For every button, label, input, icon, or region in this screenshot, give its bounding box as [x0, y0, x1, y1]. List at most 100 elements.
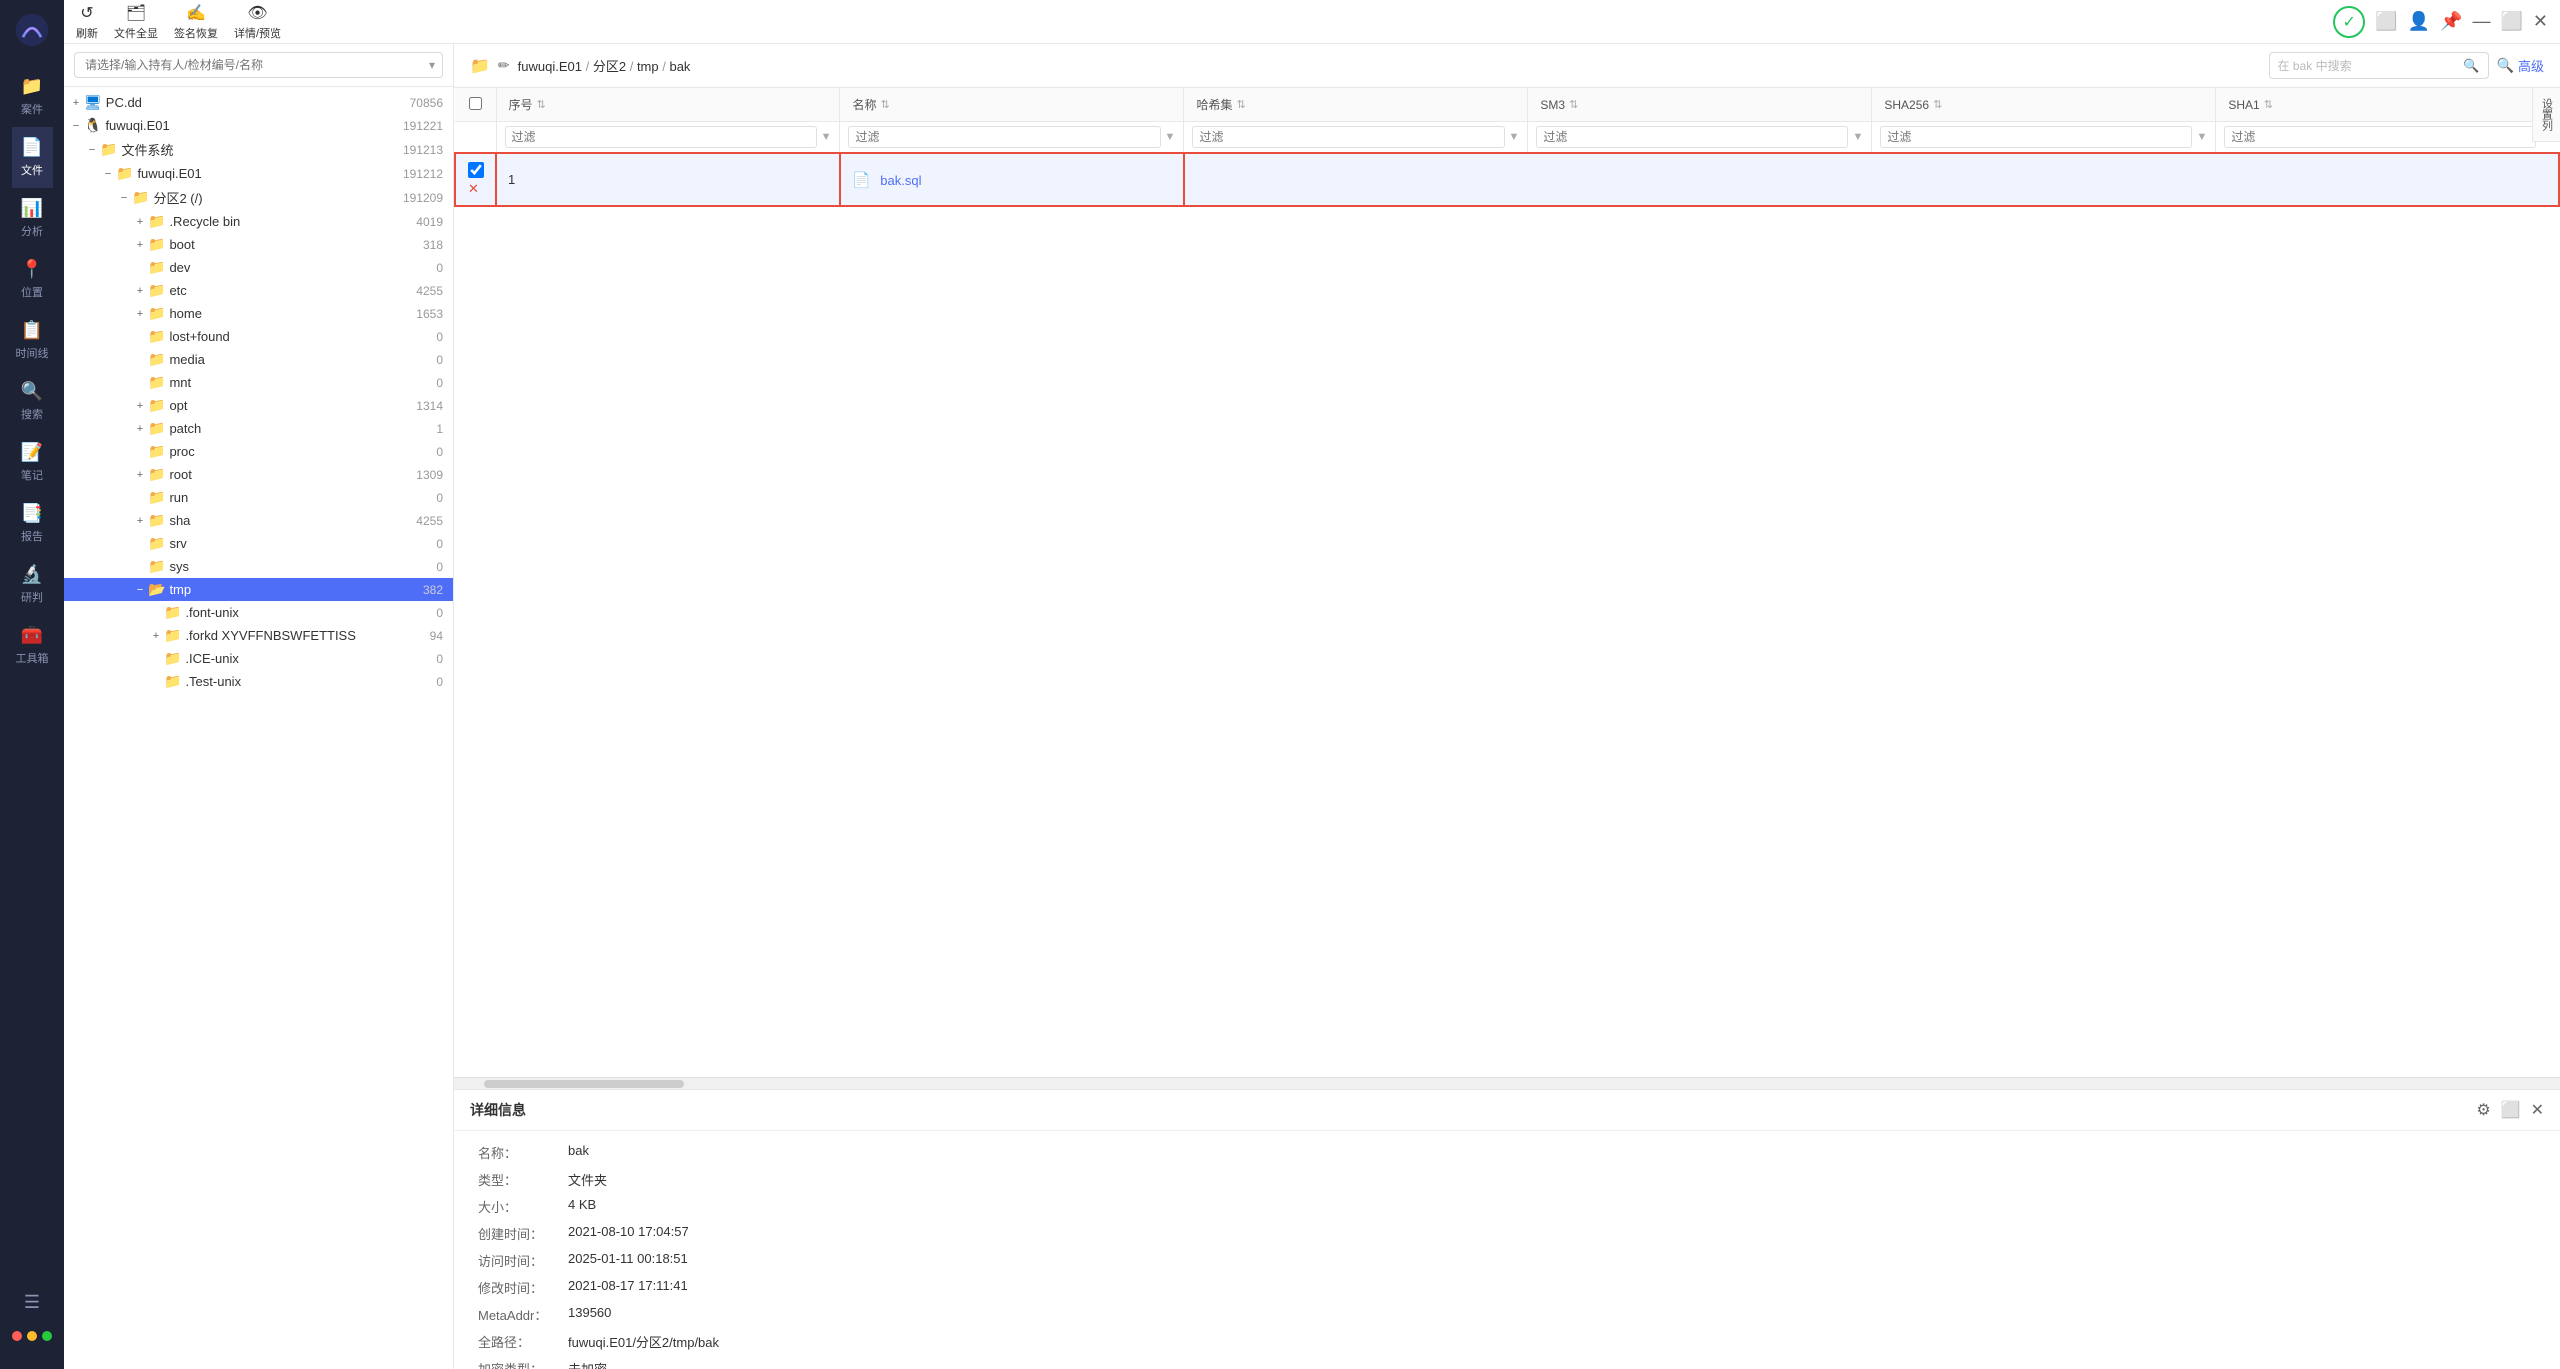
filter-input-sha1[interactable] — [2224, 126, 2536, 148]
toolbar-btn-detail_preview[interactable]: 👁详情/预览 — [234, 3, 281, 41]
sidebar-item-analysis[interactable]: 📊分析 — [12, 188, 53, 249]
tree-item-partition2[interactable]: − 📁 分区2 (/) 191209 — [64, 185, 453, 210]
filter-input-name[interactable] — [848, 126, 1160, 148]
sort-icon-sm3[interactable]: ⇅ — [1569, 98, 1578, 111]
sort-icon-sha256[interactable]: ⇅ — [1933, 98, 1942, 111]
toolbar-btn-refresh[interactable]: ↺刷新 — [76, 3, 98, 41]
toolbar-btn-sign_recover[interactable]: ✍签名恢复 — [174, 3, 218, 41]
tree-label-run: run — [169, 490, 436, 505]
filter-icon-sha256[interactable]: ▼ — [2196, 131, 2207, 143]
toolbar-buttons: ↺刷新 🗂文件全显 ✍签名恢复 👁详情/预览 — [76, 3, 281, 41]
tree-item-sys[interactable]: 📁 sys 0 — [64, 555, 453, 578]
tree-item-media[interactable]: 📁 media 0 — [64, 348, 453, 371]
tree-toggle-opt[interactable]: + — [132, 400, 148, 412]
row-checkbox-cell: ✕ — [455, 153, 496, 206]
sidebar-menu-btn[interactable]: ☰ — [12, 1282, 52, 1323]
tree-toggle-pc_dd[interactable]: + — [68, 97, 84, 109]
filter-input-hash[interactable] — [1192, 126, 1504, 148]
sort-icon-num[interactable]: ⇅ — [537, 98, 546, 111]
tree-item-fuwuqi[interactable]: − 🐧 fuwuqi.E01 191221 — [64, 114, 453, 137]
tree-toggle-etc[interactable]: + — [132, 285, 148, 297]
detail-close-icon[interactable]: ✕ — [2531, 1100, 2544, 1120]
pin-icon[interactable]: 📌 — [2440, 11, 2462, 32]
tree-item-tmp[interactable]: − 📂 tmp 382 — [64, 578, 453, 601]
tree-item-recycle_bin[interactable]: + 📁 .Recycle bin 4019 — [64, 210, 453, 233]
file-search-bar[interactable]: 在 bak 中搜索 🔍 — [2269, 52, 2489, 79]
tree-item-lost_found[interactable]: 📁 lost+found 0 — [64, 325, 453, 348]
tree-toggle-boot[interactable]: + — [132, 239, 148, 251]
tree-item-dev[interactable]: 📁 dev 0 — [64, 256, 453, 279]
tree-toggle-fuwuqi[interactable]: − — [68, 120, 84, 132]
sidebar-item-files[interactable]: 📄文件 — [12, 127, 53, 188]
sort-icon-name[interactable]: ⇅ — [880, 98, 889, 111]
sort-icon-hash[interactable]: ⇅ — [1236, 98, 1245, 111]
tree-item-pc_dd[interactable]: + 🖥 PC.dd 70856 — [64, 91, 453, 114]
filter-icon-sm3[interactable]: ▼ — [1852, 131, 1863, 143]
close-icon[interactable]: ✕ — [2533, 11, 2548, 32]
th-sha256: SHA256⇅ — [1872, 88, 2216, 122]
tree-item-fuwuqi_e01_2[interactable]: − 📁 fuwuqi.E01 191212 — [64, 162, 453, 185]
tree-item-patch[interactable]: + 📁 patch 1 — [64, 417, 453, 440]
table-row[interactable]: ✕ 1 📄 bak.sql — [455, 153, 2559, 206]
tree-toggle-filesystem[interactable]: − — [84, 144, 100, 156]
sidebar-item-toolbox[interactable]: 🧰工具箱 — [12, 615, 53, 676]
detail-layout-icon[interactable]: ⬜ — [2501, 1100, 2521, 1120]
sidebar-item-notes[interactable]: 📝笔记 — [12, 432, 53, 493]
tree-toggle-sha[interactable]: + — [132, 515, 148, 527]
filter-input-sha256[interactable] — [1880, 126, 2192, 148]
sidebar-item-location[interactable]: 📍位置 — [12, 249, 53, 310]
tree-toggle-home[interactable]: + — [132, 308, 148, 320]
filter-icon-name[interactable]: ▼ — [1165, 131, 1176, 143]
tree-toggle-root[interactable]: + — [132, 469, 148, 481]
tree-item-proc[interactable]: 📁 proc 0 — [64, 440, 453, 463]
minimize-icon[interactable]: — — [2472, 11, 2490, 32]
filter-input-sm3[interactable] — [1536, 126, 1848, 148]
tree-toggle-recycle_bin[interactable]: + — [132, 216, 148, 228]
tree-item-run[interactable]: 📁 run 0 — [64, 486, 453, 509]
tree-item-srv[interactable]: 📁 srv 0 — [64, 532, 453, 555]
sort-icon-sha1[interactable]: ⇅ — [2264, 98, 2273, 111]
sidebar-item-report[interactable]: 📑报告 — [12, 493, 53, 554]
tree-toggle-forkd[interactable]: + — [148, 630, 164, 642]
tree-search-input[interactable] — [74, 52, 443, 78]
horizontal-scrollbar[interactable] — [454, 1077, 2560, 1089]
tree-count-recycle_bin: 4019 — [416, 215, 443, 229]
breadcrumb-edit-icon[interactable]: ✏ — [498, 57, 510, 74]
tree-item-test_unix[interactable]: 📁 .Test-unix 0 — [64, 670, 453, 693]
tree-toggle-tmp[interactable]: − — [132, 584, 148, 596]
tree-item-opt[interactable]: + 📁 opt 1314 — [64, 394, 453, 417]
tree-item-forkd[interactable]: + 📁 .forkd XYVFFNBSWFETTISS 94 — [64, 624, 453, 647]
detail-settings-icon[interactable]: ⚙ — [2476, 1100, 2490, 1120]
export-icon[interactable]: ⬜ — [2375, 11, 2397, 32]
sidebar-item-timeline[interactable]: 📋时间线 — [12, 310, 53, 371]
toolbar-btn-show_all[interactable]: 🗂文件全显 — [114, 3, 158, 41]
filter-icon-hash[interactable]: ▼ — [1509, 131, 1520, 143]
tree-item-font_unix[interactable]: 📁 .font-unix 0 — [64, 601, 453, 624]
scrollbar-thumb[interactable] — [484, 1080, 684, 1088]
advanced-search-button[interactable]: 🔍 高级 — [2497, 56, 2544, 75]
filter-icon-num[interactable]: ▼ — [821, 131, 832, 143]
tree-item-ice_unix[interactable]: 📁 .ICE-unix 0 — [64, 647, 453, 670]
sidebar-item-cases[interactable]: 📁案件 — [12, 66, 53, 127]
tree-item-boot[interactable]: + 📁 boot 318 — [64, 233, 453, 256]
tree-toggle-fuwuqi_e01_2[interactable]: − — [100, 168, 116, 180]
file-name-link[interactable]: bak.sql — [880, 173, 921, 188]
tree-item-sha[interactable]: + 📁 sha 4255 — [64, 509, 453, 532]
row-checkbox[interactable] — [468, 162, 484, 178]
filter-input-num[interactable] — [505, 126, 817, 148]
tree-label-root: root — [169, 467, 416, 482]
tree-item-home[interactable]: + 📁 home 1653 — [64, 302, 453, 325]
user-icon[interactable]: 👤 — [2408, 11, 2430, 32]
tree-toggle-patch[interactable]: + — [132, 423, 148, 435]
tree-item-root[interactable]: + 📁 root 1309 — [64, 463, 453, 486]
tree-item-filesystem[interactable]: − 📁 文件系统 191213 — [64, 137, 453, 162]
tree-item-mnt[interactable]: 📁 mnt 0 — [64, 371, 453, 394]
select-all-checkbox[interactable] — [469, 97, 482, 110]
tree-item-etc[interactable]: + 📁 etc 4255 — [64, 279, 453, 302]
green-circle-button[interactable]: ✓ — [2333, 6, 2365, 38]
tree-toggle-partition2[interactable]: − — [116, 192, 132, 204]
settings-column-button[interactable]: 设置列 — [2532, 88, 2560, 142]
sidebar-item-research[interactable]: 🔬研判 — [12, 554, 53, 615]
sidebar-item-search[interactable]: 🔍搜索 — [12, 371, 53, 432]
maximize-icon[interactable]: ⬜ — [2500, 11, 2522, 32]
